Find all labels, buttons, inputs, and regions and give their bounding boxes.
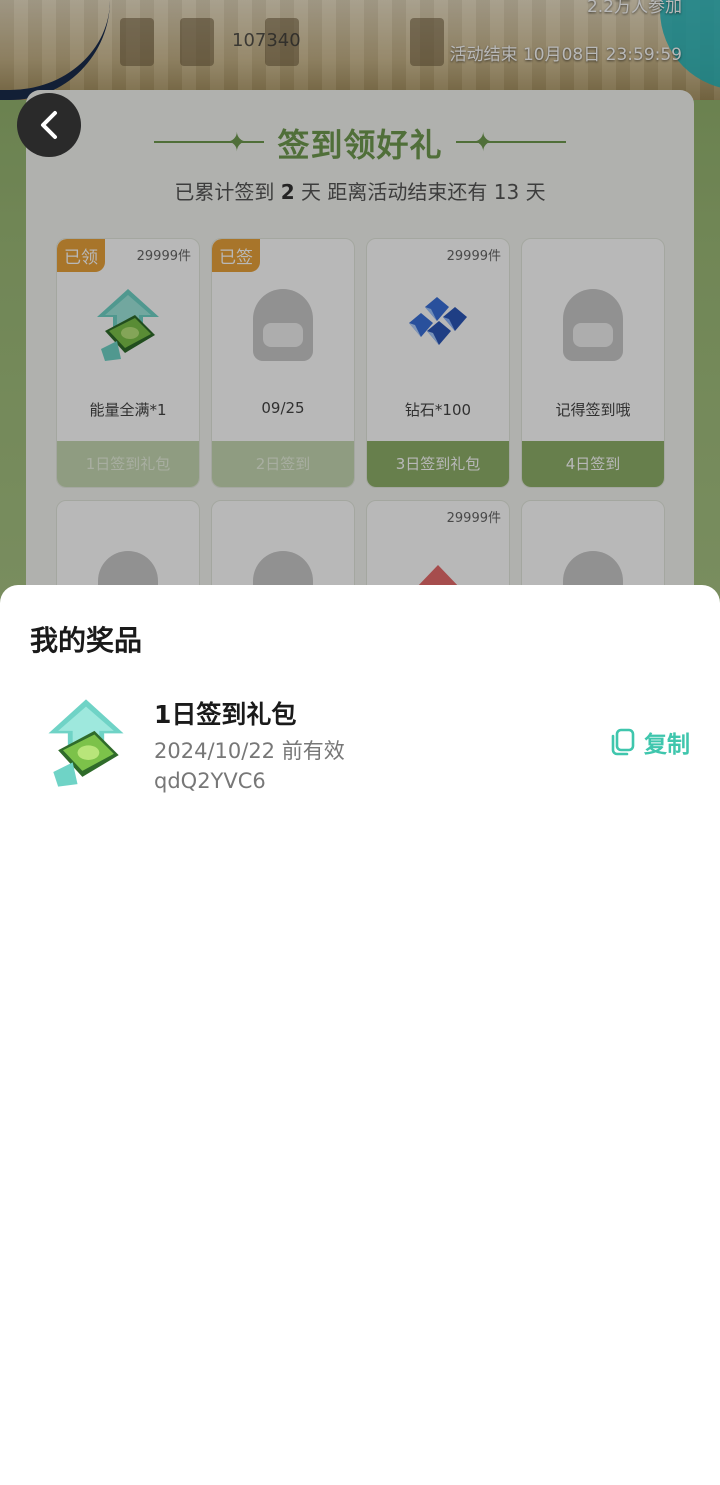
chevron-left-icon xyxy=(41,111,57,139)
sheet-title: 我的奖品 xyxy=(30,624,143,657)
my-prizes-sheet: 我的奖品 1日签到礼包 2024/10/22 前有效 qdQ2YVC6 复制 xyxy=(0,585,720,1485)
copy-button[interactable]: 复制 xyxy=(608,725,690,759)
copy-label: 复制 xyxy=(644,732,690,758)
copy-icon xyxy=(611,728,635,756)
prize-code: qdQ2YVC6 xyxy=(154,769,266,793)
energy-pack-icon xyxy=(48,699,124,787)
back-button[interactable] xyxy=(17,93,81,157)
prize-name: 1日签到礼包 xyxy=(154,700,297,729)
prize-item: 1日签到礼包 2024/10/22 前有效 qdQ2YVC6 复制 xyxy=(0,685,720,805)
prize-validity: 2024/10/22 前有效 xyxy=(154,739,345,763)
